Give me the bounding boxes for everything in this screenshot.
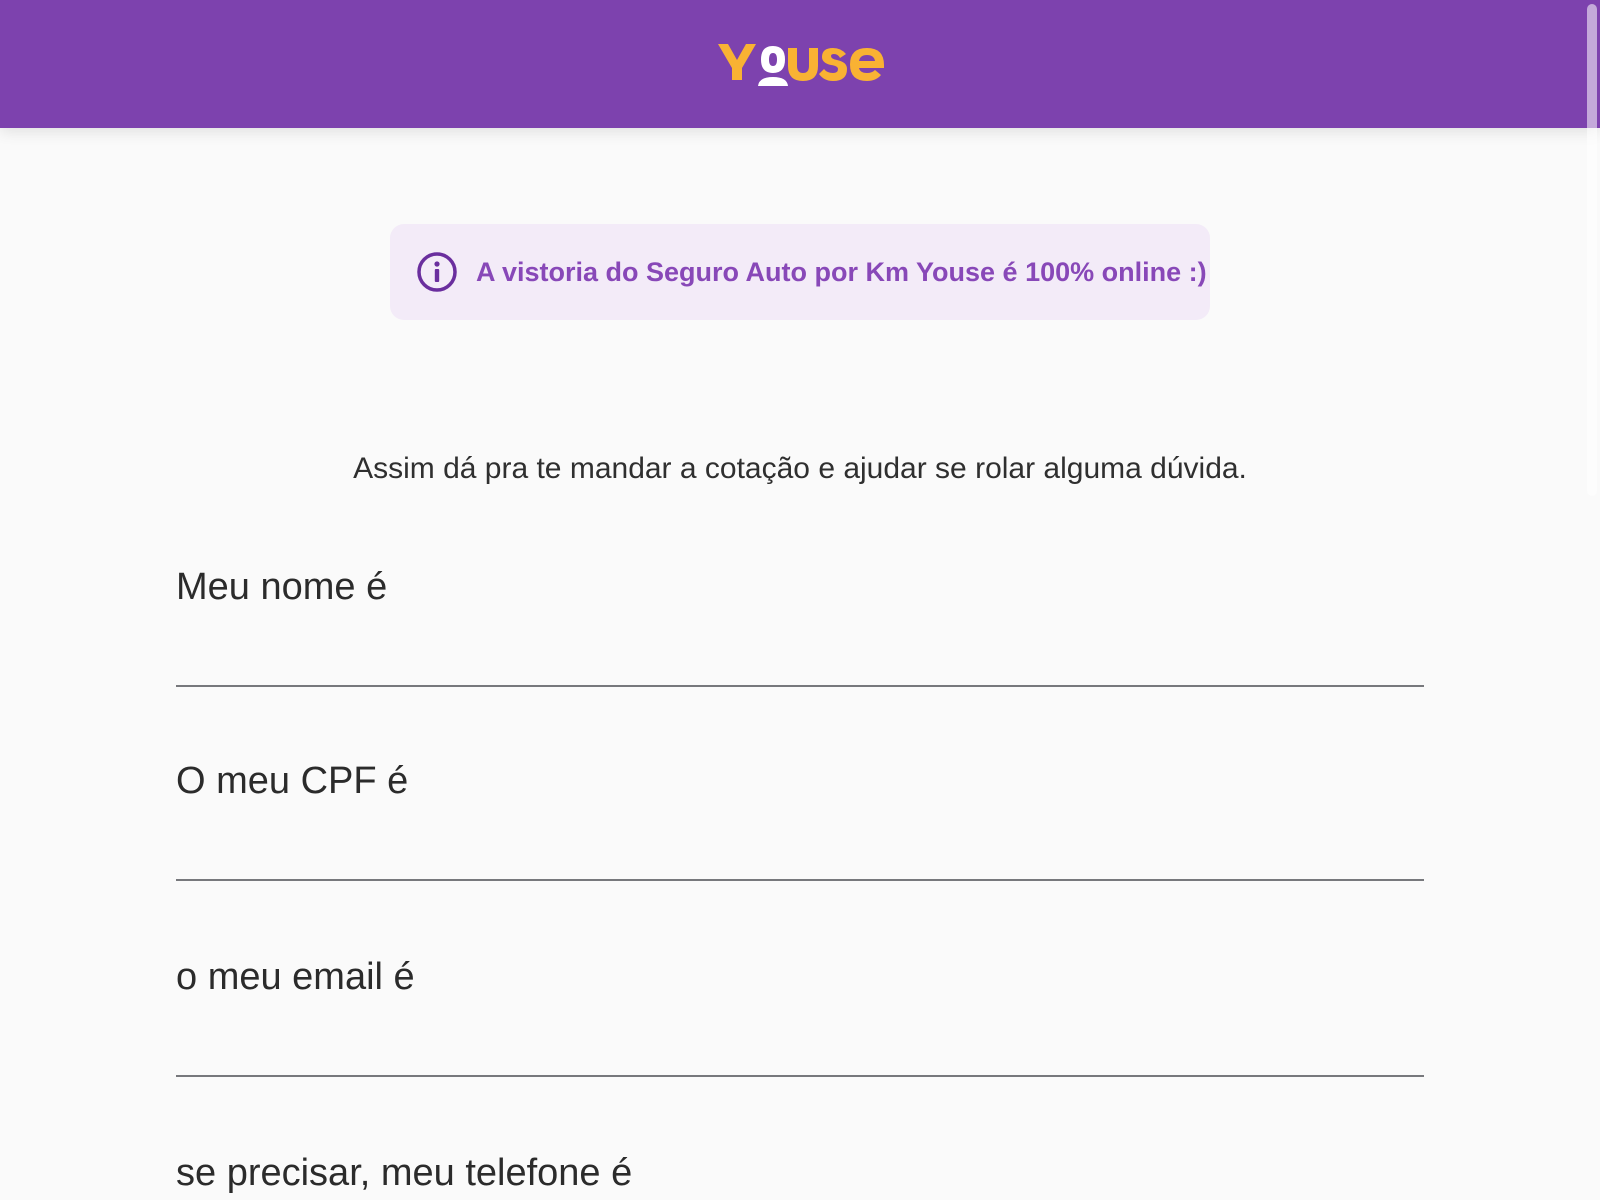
form-subtitle: Assim dá pra te mandar a cotação e ajuda… (353, 452, 1247, 485)
info-banner-text: A vistoria do Seguro Auto por Km Youse é… (476, 256, 1207, 287)
email-field: o meu email é (176, 956, 1424, 1077)
name-input[interactable] (176, 637, 1424, 687)
top-header (0, 0, 1600, 496)
info-banner: A vistoria do Seguro Auto por Km Youse é… (390, 224, 1210, 320)
youse-logo[interactable] (718, 34, 884, 90)
info-icon (416, 251, 458, 293)
phone-field-label: se precisar, meu telefone é (176, 1152, 633, 1194)
cpf-field: O meu CPF é (176, 760, 1424, 881)
name-field-label: Meu nome é (176, 566, 388, 608)
email-field-label: o meu email é (176, 956, 415, 998)
phone-field: se precisar, meu telefone é (176, 1152, 1424, 1195)
scrollbar-thumb[interactable] (1587, 4, 1597, 496)
name-field: Meu nome é (176, 566, 1424, 687)
youse-logo-graphic (718, 44, 884, 86)
scrollbar[interactable] (1584, 0, 1600, 500)
cpf-field-label: O meu CPF é (176, 760, 409, 802)
cpf-input[interactable] (176, 831, 1424, 881)
email-input[interactable] (176, 1027, 1424, 1077)
